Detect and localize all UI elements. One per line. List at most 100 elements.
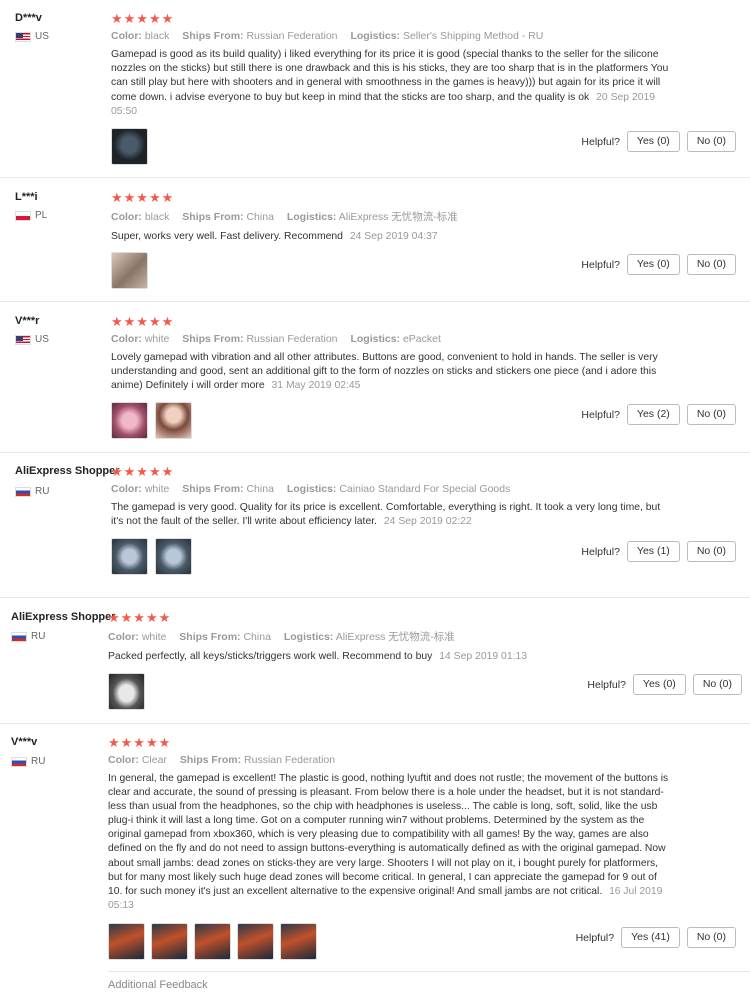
helpful-no-button[interactable]: No (0) [686,927,736,948]
logistics-label: Logistics: [286,211,337,223]
review-photo-thumbnail[interactable] [111,401,148,439]
ships-from-value: China [243,631,271,643]
review-item: V***v RU ★★★★★ Color: Clear Ships From: … [0,724,750,972]
review-photo-thumbnail[interactable] [108,673,145,711]
reviewer-name: D***v [15,12,42,24]
review-photo-thumbnail[interactable] [155,401,192,439]
country-code: PL [35,210,48,221]
review-text: Super, works very well. Fast delivery. R… [111,230,671,244]
reviewer-country: US [15,334,49,345]
helpful-no-button[interactable]: No (0) [686,131,736,152]
helpful-label: Helpful? [581,258,620,271]
color-label: Color: [108,631,139,643]
reviewer-name: V***r [15,315,40,327]
color-label: Color: [111,483,142,495]
review-photo-thumbnail[interactable] [151,922,188,960]
logistics-value: Cainiao Standard For Special Goods [339,483,511,495]
review-meta: Color: Clear Ships From: Russian Federat… [108,754,674,766]
helpful-no-button[interactable]: No (0) [686,254,736,275]
review-photo-thumbnail[interactable] [237,922,274,960]
helpful-no-button[interactable]: No (0) [686,404,736,425]
review-body: Packed perfectly, all keys/sticks/trigge… [108,651,433,662]
ships-from-value: China [246,483,274,495]
us-flag-icon [15,31,31,42]
review-item: L***i PL ★★★★★ Color: black Ships From: … [0,178,750,302]
color-label: Color: [108,754,139,766]
review-item: AliExpress Shopper RU ★★★★★ Color: white… [0,598,750,724]
review-meta: Color: white Ships From: Russian Federat… [111,333,671,345]
country-code: RU [35,486,50,497]
ships-from-label: Ships From: [182,483,244,495]
review-photo-thumbnail[interactable] [111,252,148,290]
helpful-yes-button[interactable]: Yes (0) [632,674,686,695]
rating-stars: ★★★★★ [111,11,175,26]
helpful-label: Helpful? [581,545,620,558]
logistics-value: ePacket [402,333,441,345]
logistics-label: Logistics: [283,631,334,643]
country-code: US [35,31,49,42]
country-code: RU [31,756,46,767]
ships-from-value: Russian Federation [246,333,338,345]
reviewer-name: AliExpress Shopper [11,611,116,623]
ships-from-label: Ships From: [182,211,244,223]
reviewer-country: RU [11,756,45,767]
color-label: Color: [111,30,142,42]
helpful-label: Helpful? [581,135,620,148]
helpful-yes-button[interactable]: Yes (41) [621,927,680,948]
ru-flag-icon [11,631,27,642]
helpful-no-button[interactable]: No (0) [692,674,742,695]
ru-flag-icon [11,756,27,767]
color-value: black [144,30,170,42]
helpful-yes-button[interactable]: Yes (0) [626,254,680,275]
logistics-value: AliExpress 无忧物流-标准 [335,631,455,643]
review-photo-thumbnail[interactable] [194,922,231,960]
ships-from-value: Russian Federation [246,30,338,42]
rating-stars: ★★★★★ [111,314,175,329]
review-text: Gamepad is good as its build quality) i … [111,48,671,119]
helpful-label: Helpful? [575,931,615,944]
review-photo-thumbnail[interactable] [108,922,145,960]
logistics-label: Logistics: [350,30,401,42]
ships-from-value: China [246,211,274,223]
helpful-no-button[interactable]: No (0) [686,541,736,562]
country-code: US [35,334,49,345]
review-meta: Color: white Ships From: China Logistics… [111,483,671,495]
helpful-vote: Helpful? Yes (0) No (0) [581,131,736,152]
rating-stars: ★★★★★ [111,464,175,479]
helpful-yes-button[interactable]: Yes (2) [626,404,680,425]
review-text: In general, the gamepad is excellent! Th… [108,772,674,913]
logistics-value: Seller's Shipping Method - RU [402,30,544,42]
ships-from-label: Ships From: [179,754,242,766]
ships-from-value: Russian Federation [244,754,336,766]
color-label: Color: [111,333,142,345]
review-body: Super, works very well. Fast delivery. R… [111,231,343,242]
country-code: RU [31,631,46,642]
rating-stars: ★★★★★ [108,610,172,625]
review-photo-thumbnail[interactable] [280,922,317,960]
helpful-yes-button[interactable]: Yes (0) [626,131,680,152]
review-photo-thumbnail[interactable] [111,128,148,166]
reviewer-name: AliExpress Shopper [15,465,120,477]
review-divider [108,971,750,972]
helpful-yes-button[interactable]: Yes (1) [626,541,680,562]
helpful-label: Helpful? [587,678,626,691]
review-meta: Color: black Ships From: Russian Federat… [111,30,671,42]
review-text: Packed perfectly, all keys/sticks/trigge… [108,650,668,664]
review-meta: Color: black Ships From: China Logistics… [111,209,671,224]
review-date: 31 May 2019 02:45 [271,380,361,392]
helpful-vote: Helpful? Yes (41) No (0) [576,927,736,948]
reviewer-country: RU [11,631,45,642]
reviewer-name: V***v [11,736,38,748]
helpful-vote: Helpful? Yes (1) No (0) [581,541,736,562]
ru-flag-icon [15,486,31,497]
helpful-vote: Helpful? Yes (2) No (0) [581,404,736,425]
ships-from-label: Ships From: [182,333,244,345]
review-photo-thumbnail[interactable] [111,538,148,576]
logistics-label: Logistics: [350,333,401,345]
review-photo-thumbnail[interactable] [155,538,192,576]
color-value: black [144,211,170,223]
reviewer-country: US [15,31,49,42]
pl-flag-icon [15,210,31,221]
color-label: Color: [111,211,142,223]
helpful-vote: Helpful? Yes (0) No (0) [587,674,742,695]
